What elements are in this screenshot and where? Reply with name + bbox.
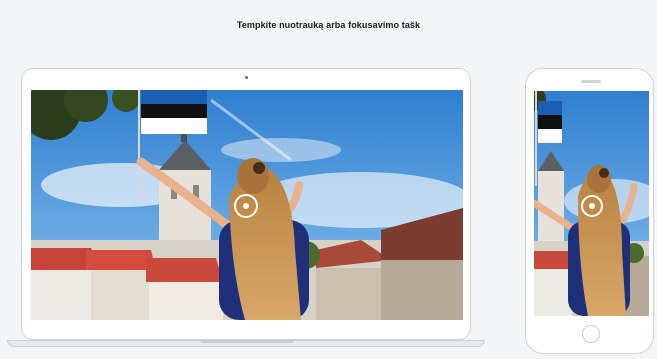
laptop-photo-preview[interactable] [31, 90, 463, 320]
phone-photo-preview[interactable] [534, 91, 649, 316]
city-photo-cropped[interactable] [534, 91, 649, 316]
laptop-notch [200, 340, 294, 343]
phone-home-button [582, 325, 600, 343]
city-photo[interactable] [31, 90, 463, 320]
phone-speaker-icon [581, 80, 601, 83]
instruction-text: Tempkite nuotrauką arba fokusavimo tašk [236, 20, 421, 30]
laptop-camera-icon [245, 76, 248, 79]
